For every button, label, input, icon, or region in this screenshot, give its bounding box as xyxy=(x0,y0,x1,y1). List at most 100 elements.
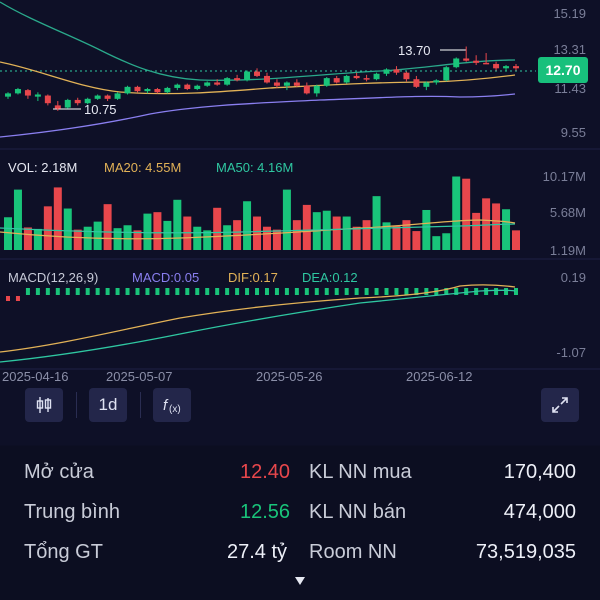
foreign-room-label: Room NN xyxy=(309,541,397,563)
candle-body xyxy=(413,79,420,87)
candle-body xyxy=(254,71,261,76)
macd-bar xyxy=(344,288,349,295)
candle-body xyxy=(94,95,101,99)
macd-bar xyxy=(205,288,210,295)
price-tick: 9.55 xyxy=(561,125,586,140)
dea-value: DEA:0.12 xyxy=(302,270,358,285)
candle-body xyxy=(473,60,480,63)
macd-bar xyxy=(185,288,190,295)
candle-body xyxy=(44,95,51,104)
candle-body xyxy=(134,86,141,92)
candle-body xyxy=(24,90,31,96)
macd-bar xyxy=(45,288,50,295)
current-price-value: 12.70 xyxy=(545,62,580,78)
volume-bar xyxy=(223,225,232,250)
volume-bar xyxy=(472,212,481,250)
volume-ma20-label: MA20: 4.55M xyxy=(104,160,181,175)
volume-bar xyxy=(53,187,62,250)
volume-bar xyxy=(412,231,421,250)
candle-body xyxy=(513,66,519,69)
stock-chart[interactable]: 15.19 13.31 11.43 9.55 12.70 13.70 10.75… xyxy=(0,0,600,445)
macd-bar xyxy=(404,288,409,295)
macd-bar xyxy=(424,288,429,295)
expand-icon xyxy=(552,397,568,413)
foreign-room-value: 73,519,035 xyxy=(475,541,576,563)
ma20-price-line xyxy=(0,61,516,95)
date-label: 2025-05-07 xyxy=(106,369,173,384)
volume-bar xyxy=(442,233,451,250)
volume-bar xyxy=(422,209,431,250)
macd-bar xyxy=(195,288,200,295)
macd-bar xyxy=(494,288,499,295)
candle-body xyxy=(493,63,500,69)
candle-body xyxy=(234,78,241,81)
toolbar-divider xyxy=(76,392,77,418)
macd-bar xyxy=(464,288,469,295)
volume-bar xyxy=(292,220,301,250)
high-marker-value: 13.70 xyxy=(398,43,431,58)
volume-bar xyxy=(163,220,172,250)
candle-body xyxy=(463,58,470,61)
price-tick: 15.19 xyxy=(553,6,586,21)
candle-body xyxy=(353,75,360,79)
volume-bar xyxy=(302,204,311,250)
chart-canvas[interactable]: 15.19 13.31 11.43 9.55 12.70 13.70 10.75… xyxy=(0,0,600,445)
volume-bar xyxy=(43,206,52,250)
candle-body xyxy=(343,75,350,83)
interval-label: 1d xyxy=(98,395,118,414)
volume-bar xyxy=(153,212,162,250)
candle-body xyxy=(283,82,290,86)
macd-bar xyxy=(25,288,30,295)
macd-bar xyxy=(364,288,369,295)
macd-bar xyxy=(15,296,20,301)
macd-bar xyxy=(314,288,319,295)
interval-button[interactable]: 1d xyxy=(89,388,127,422)
macd-bar xyxy=(115,288,120,295)
macd-bar xyxy=(324,288,329,295)
volume-series xyxy=(4,176,520,250)
price-tick: 11.43 xyxy=(554,81,586,96)
macd-bar xyxy=(135,288,140,295)
candle-body xyxy=(154,89,161,93)
candle-body xyxy=(293,82,300,86)
expand-chart-button[interactable] xyxy=(541,388,579,422)
macd-bar xyxy=(504,288,509,295)
macd-title: MACD(12,26,9) xyxy=(8,270,98,285)
stats-row: Mở cửa 12.40 KL NN mua 170,400 xyxy=(0,455,600,489)
volume-tick: 1.19M xyxy=(550,243,586,258)
macd-bar xyxy=(65,288,70,295)
candle-body xyxy=(403,72,410,80)
candle-body xyxy=(503,66,510,69)
volume-bar xyxy=(482,198,491,250)
macd-bar xyxy=(85,288,90,295)
volume-bar xyxy=(103,204,112,250)
candle-body xyxy=(174,84,181,88)
open-value: 12.40 xyxy=(240,461,291,483)
low-marker-value: 10.75 xyxy=(84,102,117,117)
volume-bar xyxy=(23,227,32,250)
volume-bar xyxy=(492,203,501,250)
macd-bar xyxy=(484,288,489,295)
candle-body xyxy=(393,69,400,73)
macd-tick: -1.07 xyxy=(556,345,586,360)
candle-body xyxy=(273,82,280,86)
volume-bar xyxy=(392,225,401,250)
macd-bar xyxy=(225,288,230,295)
function-icon: f (x) xyxy=(163,397,181,415)
date-label: 2025-06-12 xyxy=(406,369,473,384)
volume-bar xyxy=(203,230,212,250)
candle-body xyxy=(194,85,201,90)
indicator-button[interactable]: f (x) xyxy=(153,388,191,422)
volume-bar xyxy=(432,236,441,250)
candle-body xyxy=(433,80,440,83)
candle-body xyxy=(263,75,270,83)
macd-bar xyxy=(264,288,269,295)
stock-stats-panel: Mở cửa 12.40 KL NN mua 170,400 Trung bìn… xyxy=(0,446,600,600)
macd-bar xyxy=(294,288,299,295)
volume-bar xyxy=(512,230,520,250)
caret-down-icon[interactable] xyxy=(294,576,306,586)
candle-body xyxy=(224,78,231,85)
candlestick-type-button[interactable] xyxy=(25,388,63,422)
volume-bar xyxy=(282,189,291,250)
macd-bar xyxy=(374,288,379,295)
